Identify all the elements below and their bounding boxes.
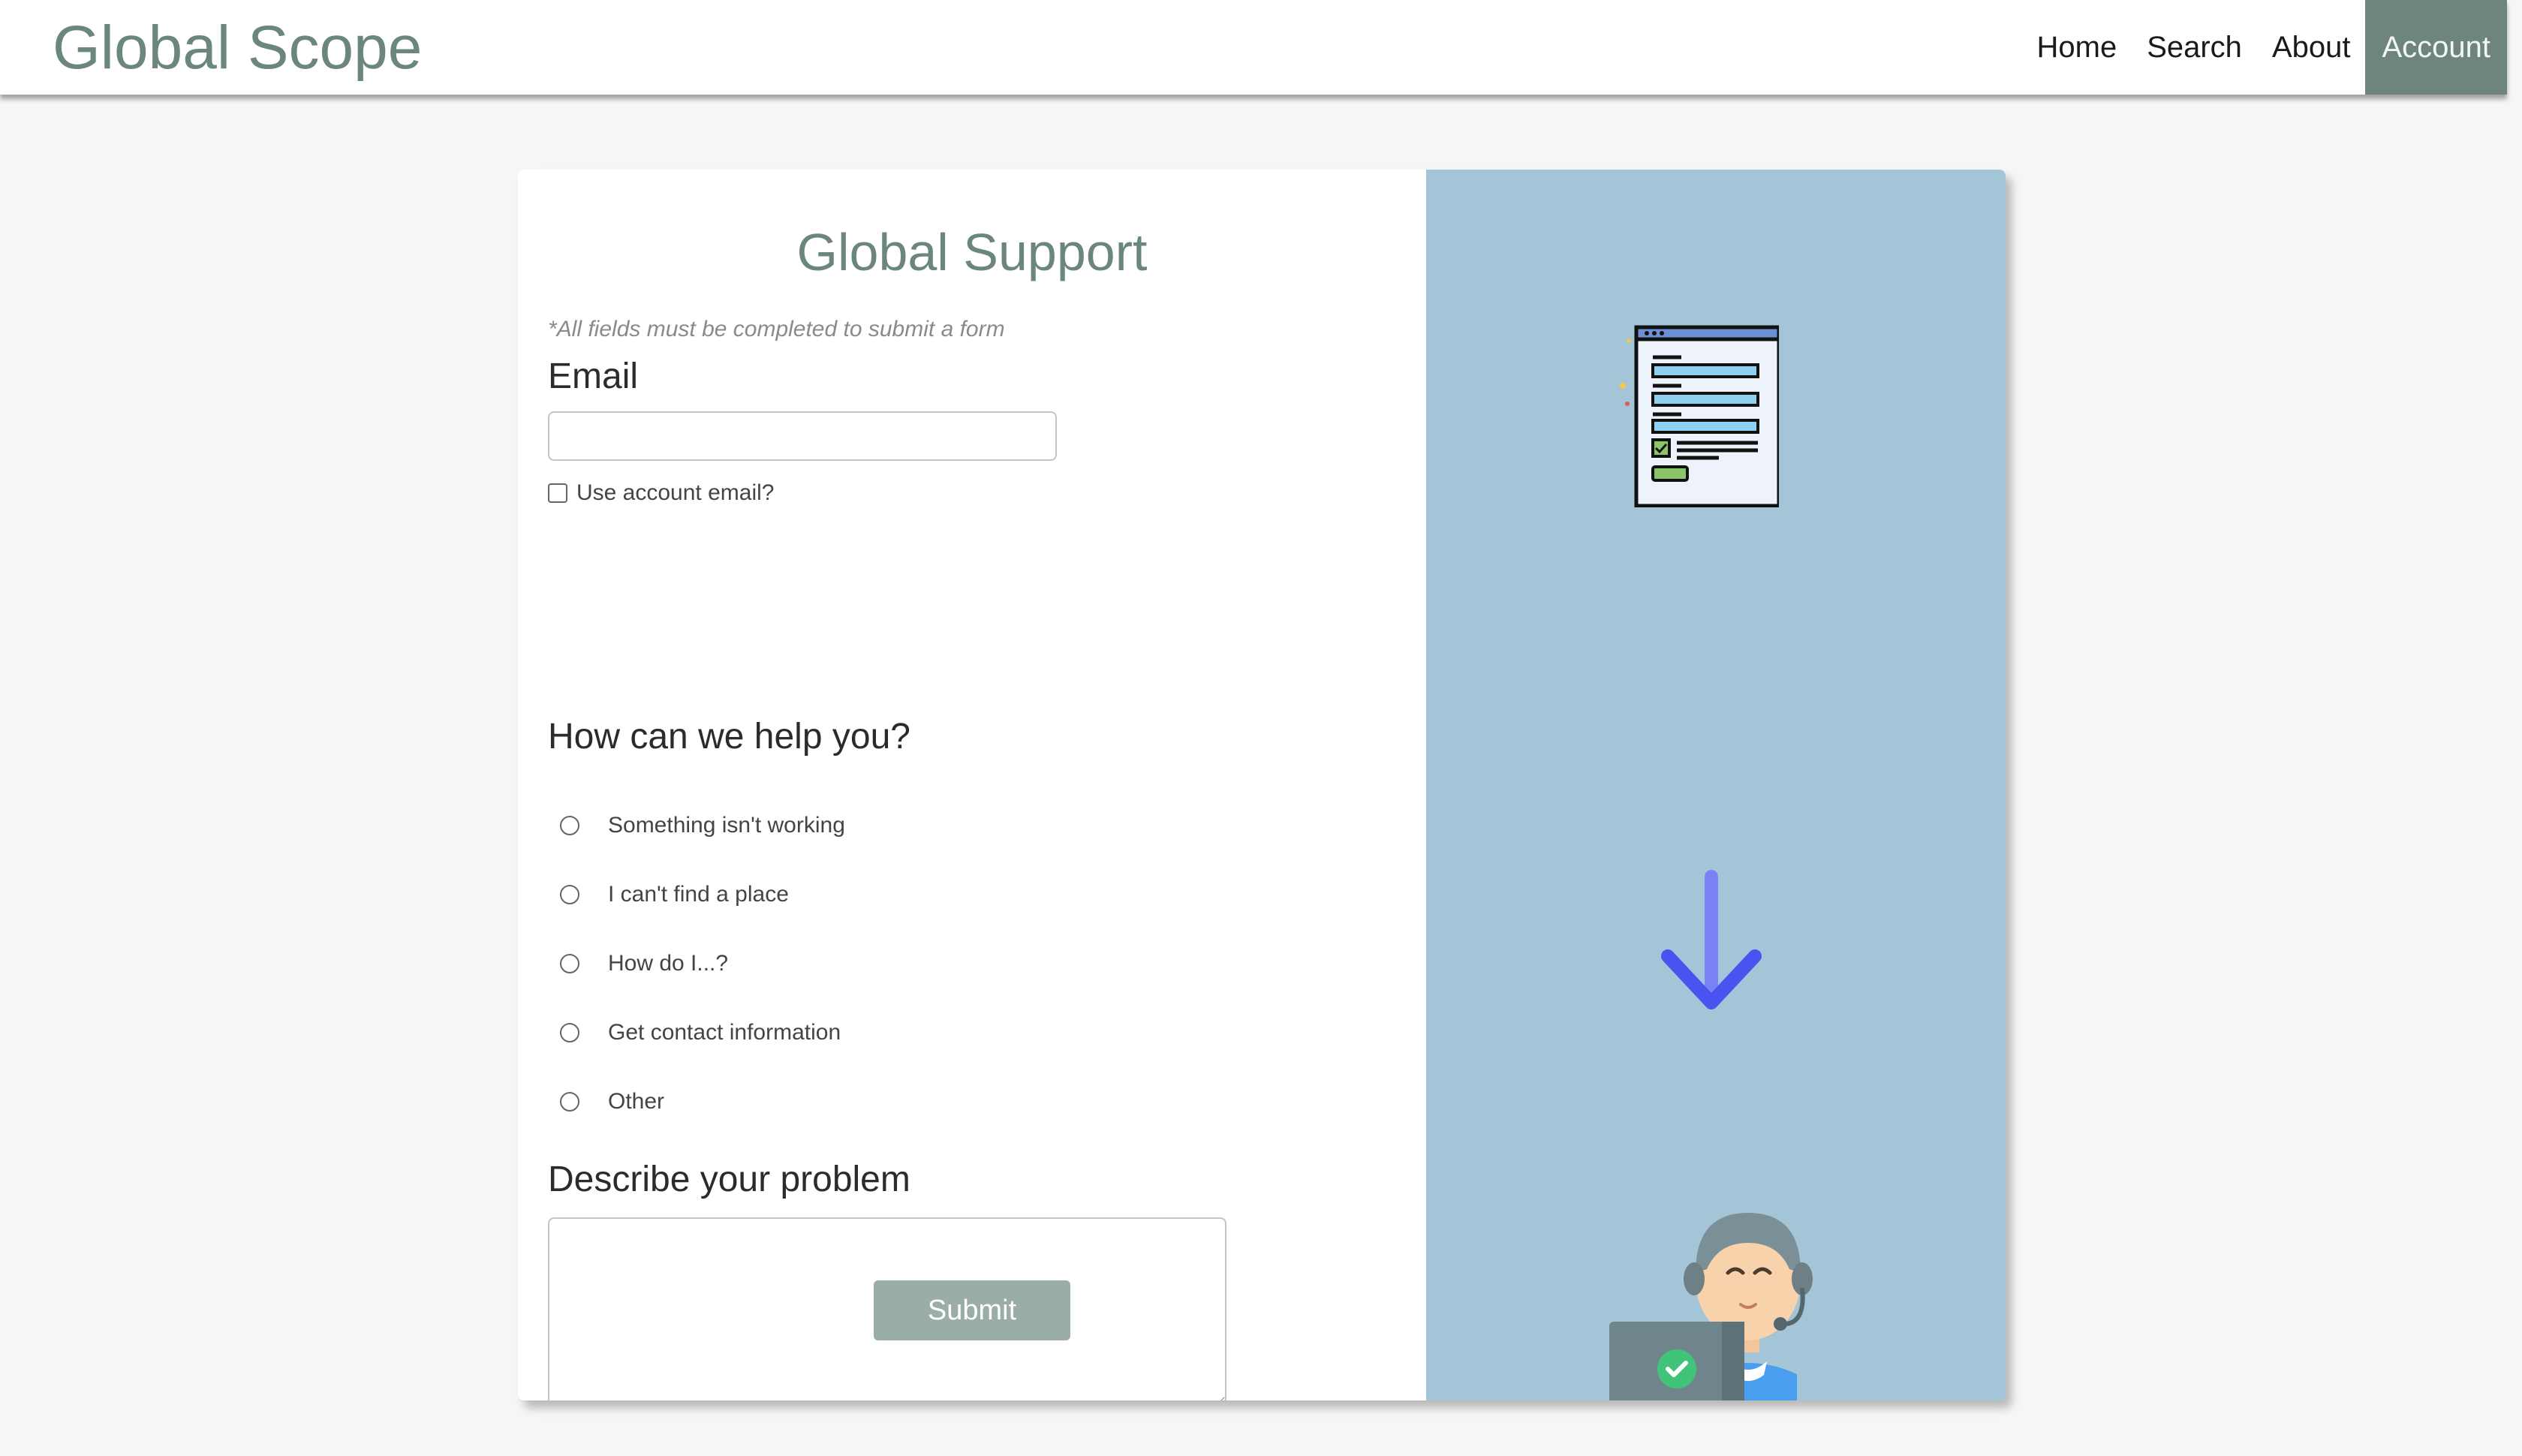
nav-home[interactable]: Home (2021, 0, 2132, 95)
submit-button[interactable]: Submit (874, 1280, 1070, 1340)
nav-about[interactable]: About (2257, 0, 2366, 95)
help-option[interactable]: Other (560, 1067, 845, 1136)
help-option[interactable]: Get contact information (560, 998, 845, 1067)
radio-button[interactable] (560, 1023, 579, 1042)
problem-label: Describe your problem (548, 1160, 910, 1199)
help-option[interactable]: Something isn't working (560, 791, 845, 860)
help-option-label[interactable]: How do I...? (608, 951, 728, 976)
required-note: *All fields must be completed to submit … (548, 317, 1005, 341)
help-options: Something isn't working I can't find a p… (560, 791, 845, 1136)
nav-account[interactable]: Account (2365, 0, 2507, 95)
support-agent-icon (1609, 1213, 1813, 1400)
nav-search[interactable]: Search (2132, 0, 2257, 95)
use-account-email-label[interactable]: Use account email? (576, 480, 774, 506)
help-option-label[interactable]: Other (608, 1089, 664, 1115)
form-title: Global Support (796, 223, 1148, 281)
radio-button[interactable] (560, 1092, 579, 1112)
help-label: How can we help you? (548, 717, 910, 757)
arrow-down-icon (1661, 870, 1762, 1009)
use-account-email-row[interactable]: Use account email? (548, 480, 774, 506)
nav-links: Home Search About Account (2021, 0, 2507, 95)
form-document-icon (1620, 325, 1779, 507)
help-option[interactable]: I can't find a place (560, 860, 845, 929)
radio-button[interactable] (560, 954, 579, 973)
use-account-email-checkbox[interactable] (548, 483, 567, 503)
help-option-label[interactable]: Get contact information (608, 1020, 841, 1045)
support-form: Global Support *All fields must be compl… (518, 170, 1426, 1400)
illustration-panel (1426, 170, 2006, 1400)
radio-button[interactable] (560, 816, 579, 835)
email-field[interactable] (548, 411, 1057, 461)
help-option-label[interactable]: Something isn't working (608, 813, 845, 838)
help-option[interactable]: How do I...? (560, 929, 845, 998)
support-card: Global Support *All fields must be compl… (518, 170, 2006, 1400)
top-navbar: Global Scope Home Search About Account (0, 0, 2507, 95)
radio-button[interactable] (560, 885, 579, 904)
help-option-label[interactable]: I can't find a place (608, 882, 789, 907)
email-label: Email (548, 356, 639, 396)
brand-logo[interactable]: Global Scope (53, 11, 422, 86)
